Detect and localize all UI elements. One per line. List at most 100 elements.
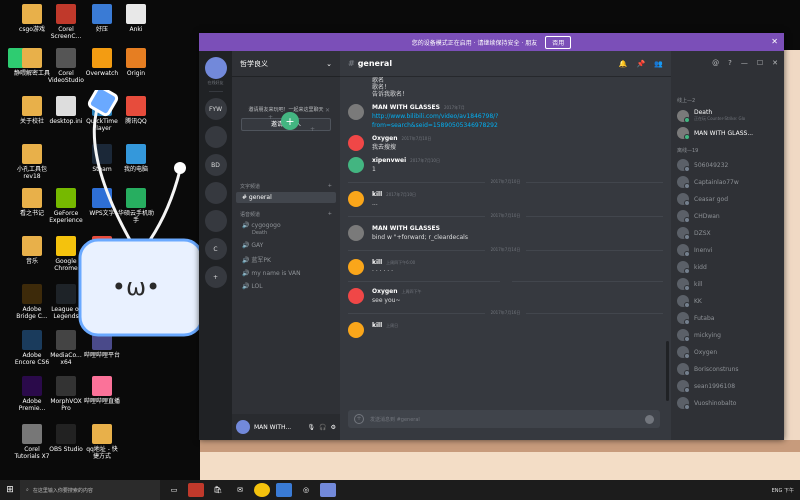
avatar[interactable] [348,259,364,275]
message[interactable]: MAN WITH GLASSES bind w "+forward; r_clea… [348,225,663,241]
author-name[interactable]: xipenvwei 2017年7月10日 [372,157,440,164]
member-item[interactable]: Inenvi [677,244,778,257]
add-channel-icon[interactable]: + [328,183,332,190]
desktop-icon[interactable]: 静喂解密工具 [14,48,50,77]
voice-user[interactable]: Death [242,230,330,236]
desktop-icon[interactable]: Adobe Bridge C... [14,284,50,320]
author-name[interactable]: kill 上周日 [372,322,398,329]
desktop-icon[interactable]: 关于校社 [14,96,50,125]
headphones-icon[interactable]: 🎧 [319,424,326,431]
banner-button[interactable]: 否用 [545,35,572,49]
avatar[interactable] [348,135,364,151]
message-list[interactable]: 歌名 歌名！ 告诉我歌名！ MAN WITH GLASSES 2017年7月 http:/… [340,77,671,403]
avatar[interactable] [348,225,364,241]
author-name[interactable]: kill 上周四下午6:00 [372,259,415,266]
desktop-icon[interactable]: 音乐 [14,236,50,265]
avatar[interactable] [348,322,364,338]
add-channel-icon[interactable]: + [328,211,332,218]
member-item[interactable]: 506049232 [677,159,778,172]
message-link[interactable]: from=search&seid=15890505346978292 [372,122,498,129]
desktop-icon[interactable]: 好压 [84,4,120,33]
desktop-icon[interactable]: Adobe Encore CS6 [14,330,50,366]
taskbar-search[interactable]: ⌕ 在这里输入你要搜索的内容 [20,480,160,500]
member-item[interactable]: CHDwan [677,210,778,223]
voice-channel-item[interactable]: 🔊 LOL [236,281,336,292]
author-name[interactable]: MAN WITH GLASSES [372,225,468,232]
voice-category[interactable]: 语音频道 + [232,211,340,218]
author-name[interactable]: kill 2017年7月10日 [372,191,416,198]
avatar[interactable] [348,288,364,304]
server-icon[interactable] [204,126,227,148]
task-view-icon[interactable]: ▭ [166,483,182,497]
desktop-icon[interactable]: 看之书记 [14,188,50,217]
member-item[interactable]: Death 正在玩 Counter-Strike: Glo [677,109,778,123]
explorer-icon[interactable] [188,483,204,497]
avatar[interactable] [348,191,364,207]
member-item[interactable]: kidd [677,261,778,274]
member-item[interactable]: Captainlao77w [677,176,778,189]
voice-channel-item[interactable]: 🔊 my name is VAN [236,268,336,279]
minimize-icon[interactable]: — [741,59,748,67]
message[interactable]: Oxygen 上周四下午 see you~ [348,288,663,304]
server-icon[interactable]: + [204,266,227,288]
member-item[interactable]: Borisconstruns [677,363,778,376]
member-item[interactable]: Ceasar god [677,193,778,206]
member-item[interactable]: Futaba [677,312,778,325]
help-icon[interactable]: ? [728,59,732,67]
message[interactable]: kill 上周日 [348,322,663,338]
close-icon[interactable]: ✕ [325,107,330,114]
desktop-icon[interactable]: csgo游戏 [14,4,50,33]
author-name[interactable]: MAN WITH GLASSES 2017年7月 [372,104,498,111]
windows-start-icon[interactable]: ⊞ [0,480,20,500]
desktop-icon[interactable]: 哔哩哔哩直播 [84,376,120,405]
discord-taskbar-icon[interactable] [320,483,336,497]
mail-icon[interactable]: ✉ [232,483,248,497]
member-item[interactable]: Vuoshinobalto [677,397,778,410]
close-icon[interactable]: ✕ [772,59,778,67]
author-name[interactable]: Oxygen 2017年7月10日 [372,135,431,142]
emoji-icon[interactable] [645,414,654,424]
app-icon[interactable] [276,483,292,497]
avatar[interactable] [348,157,364,173]
desktop-icon[interactable]: MorphVOX Pro [48,376,84,412]
desktop-icon[interactable]: Overwatch [84,48,120,77]
chrome-icon[interactable] [254,483,270,497]
server-icon[interactable]: FYW [204,98,227,120]
gear-icon[interactable]: ⚙ [331,424,336,431]
message-input[interactable]: + 发送消息到 #general [348,410,660,428]
avatar[interactable] [236,420,250,434]
pin-icon[interactable]: 📌 [637,60,646,68]
desktop-icon[interactable]: qq地址 - 快捷方式 [84,424,120,460]
bell-icon[interactable]: 🔔 [619,60,628,68]
steam-icon[interactable]: ◎ [298,483,314,497]
server-icon[interactable]: C [204,238,227,260]
desktop-icon[interactable]: Corel ScreenC... [48,4,84,40]
server-icon[interactable] [204,210,227,232]
desktop-icon[interactable]: Corel VideoStudio [48,48,84,84]
message[interactable]: kill 2017年7月10日... [348,191,663,207]
avatar[interactable] [348,104,364,120]
system-tray[interactable]: ENG 下午 [772,487,800,494]
member-item[interactable]: DZSX [677,227,778,240]
message[interactable]: kill 上周四下午6:00 · · · · · · [348,259,663,275]
server-icon[interactable] [204,182,227,204]
at-icon[interactable]: @ [712,59,719,67]
desktop-icon[interactable]: Origin [118,48,154,77]
message[interactable]: Oxygen 2017年7月10日 我去搜搜 [348,135,663,151]
server-icon[interactable]: BD [204,154,227,176]
message[interactable]: MAN WITH GLASSES 2017年7月 http://www.bilibi… [348,104,663,129]
server-icon[interactable] [204,57,227,79]
desktop-icon[interactable]: Adobe Premie... [14,376,50,412]
desktop-icon[interactable]: Anki [118,4,154,33]
desktop-icon[interactable]: 小孔工具包 rev18 [14,144,50,180]
microphone-icon[interactable]: 🎙 [308,424,316,431]
member-item[interactable]: mickying [677,329,778,342]
channel-item[interactable]: # general [236,192,336,203]
author-name[interactable]: Oxygen 上周四下午 [372,288,422,295]
scrollbar[interactable] [666,341,669,401]
voice-channel-item[interactable]: 🔊 GAY [236,240,336,251]
member-item[interactable]: KK [677,295,778,308]
text-category[interactable]: 文字频道 + [232,183,340,190]
desktop-icon[interactable]: OBS Studio [48,424,84,453]
voice-channel-item[interactable]: 🔊 蓝军PK [236,253,336,266]
